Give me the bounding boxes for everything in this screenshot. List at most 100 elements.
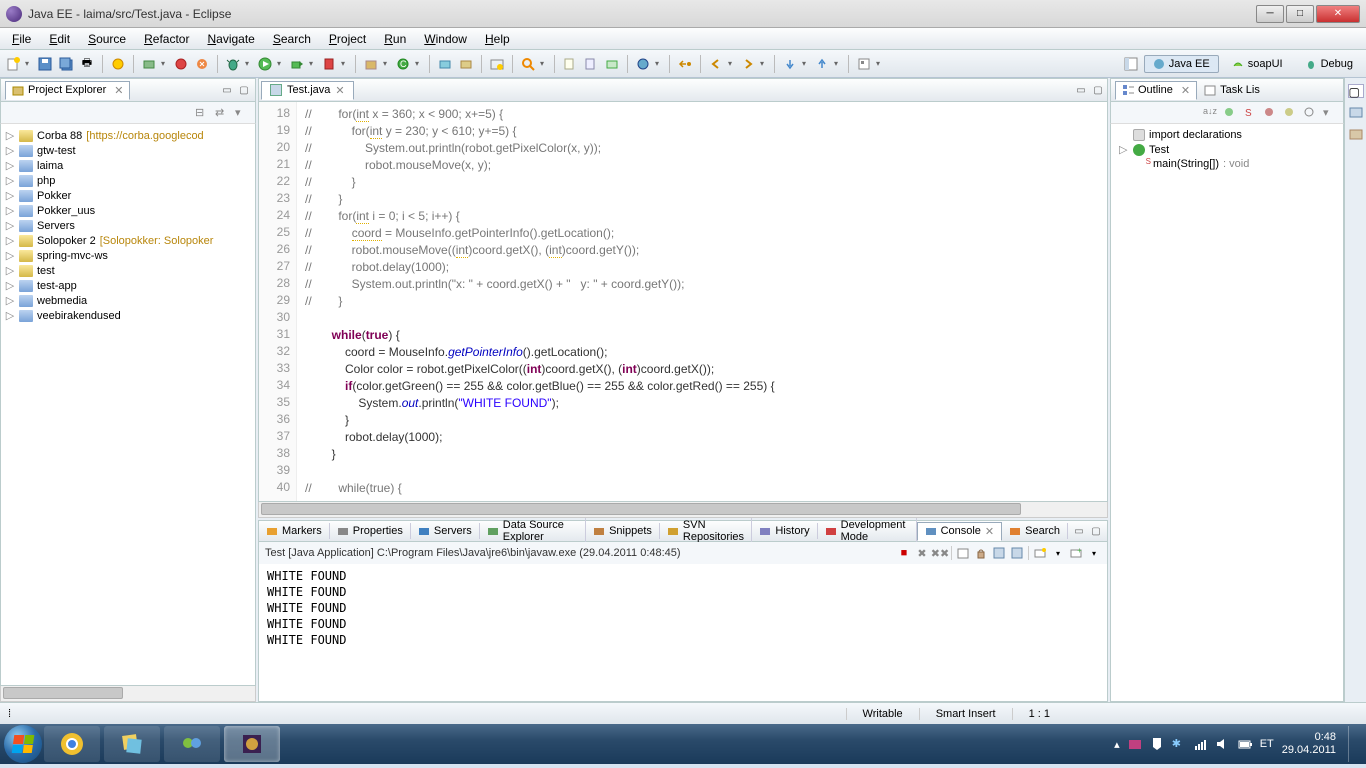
perspective-java-ee[interactable]: Java EE	[1144, 55, 1219, 73]
remove-all-icon[interactable]: ✖✖	[933, 546, 947, 560]
code-editor[interactable]: 1819202122232425262728293031323334353637…	[258, 102, 1108, 502]
next-annotation-icon[interactable]	[781, 55, 799, 73]
terminate-icon[interactable]: ■	[897, 546, 911, 560]
external-tools-icon[interactable]	[320, 55, 338, 73]
clear-console-icon[interactable]	[956, 546, 970, 560]
perspective-debug[interactable]: Debug	[1296, 55, 1362, 73]
close-view-icon[interactable]: ✕	[1181, 84, 1190, 97]
close-view-icon[interactable]: ✕	[114, 84, 123, 97]
new-console-view-icon[interactable]: +	[1069, 546, 1083, 560]
display-console-icon[interactable]	[1010, 546, 1024, 560]
sort-icon[interactable]: a↓z	[1203, 106, 1217, 120]
hide-local-icon[interactable]	[1283, 106, 1297, 120]
volume-icon[interactable]	[1216, 737, 1230, 751]
view-menu-icon[interactable]: ▾	[235, 106, 249, 120]
bottom-tab-properties[interactable]: Properties	[330, 523, 411, 539]
annotation-next-icon[interactable]	[582, 55, 600, 73]
run-icon[interactable]	[256, 55, 274, 73]
bottom-tab-console[interactable]: Console ✕	[917, 522, 1003, 541]
menu-project[interactable]: Project	[321, 30, 374, 48]
collapse-all-icon[interactable]: ⊟	[195, 106, 209, 120]
focus-task-icon[interactable]	[1303, 106, 1317, 120]
menu-source[interactable]: Source	[80, 30, 134, 48]
print-icon[interactable]: 🖶	[78, 55, 96, 73]
soap-icon[interactable]	[436, 55, 454, 73]
task-list-tab[interactable]: Task Lis	[1197, 81, 1267, 99]
save-icon[interactable]	[36, 55, 54, 73]
taskbar-sticky-notes[interactable]	[104, 726, 160, 762]
minimize-editor-icon[interactable]: ▭	[1074, 83, 1088, 97]
tray-app-icon[interactable]	[1128, 737, 1142, 751]
console-output[interactable]: WHITE FOUND WHITE FOUND WHITE FOUND WHIT…	[258, 564, 1108, 702]
minimize-button[interactable]: ─	[1256, 5, 1284, 23]
tree-item[interactable]: ▷test-app	[3, 278, 253, 293]
open-type-icon[interactable]	[488, 55, 506, 73]
rest-icon[interactable]	[457, 55, 475, 73]
close-button[interactable]: ✕	[1316, 5, 1360, 23]
tree-item[interactable]: ▷spring-mvc-ws	[3, 248, 253, 263]
new-gwt-icon[interactable]	[172, 55, 190, 73]
run-on-server-icon[interactable]	[288, 55, 306, 73]
dropdown-icon[interactable]: ▾	[277, 59, 285, 68]
minimize-view-icon[interactable]: ▭	[220, 83, 234, 97]
new-gwt-compile-icon[interactable]	[193, 55, 211, 73]
project-tree[interactable]: ▷Corba 88 [https://corba.googlecod▷gtw-t…	[0, 124, 256, 686]
editor-horizontal-scrollbar[interactable]	[258, 502, 1108, 518]
tree-item[interactable]: ▷Pokker_uus	[3, 203, 253, 218]
bottom-tab-data-source-explorer[interactable]: Data Source Explorer	[480, 517, 586, 545]
taskbar-eclipse[interactable]	[224, 726, 280, 762]
tree-item[interactable]: ▷gtw-test	[3, 143, 253, 158]
menu-file[interactable]: File	[4, 30, 39, 48]
bottom-tab-svn-repositories[interactable]: SVN Repositories	[660, 517, 752, 545]
outline-item[interactable]: import declarations	[1115, 128, 1339, 142]
menu-run[interactable]: Run	[376, 30, 414, 48]
view-menu-icon[interactable]: ▾	[1323, 106, 1337, 120]
last-edit-location-icon[interactable]	[676, 55, 694, 73]
minimized-view-icon[interactable]	[1348, 104, 1364, 120]
open-console-icon[interactable]	[1033, 546, 1047, 560]
dropdown-icon[interactable]: ▾	[415, 59, 423, 68]
tree-item[interactable]: ▷veebirakendused	[3, 308, 253, 323]
horizontal-scrollbar[interactable]	[0, 686, 256, 702]
bottom-tab-search[interactable]: Search	[1002, 523, 1068, 539]
menu-navigate[interactable]: Navigate	[199, 30, 262, 48]
dropdown-icon[interactable]: ▾	[25, 59, 33, 68]
perspective-soapui[interactable]: soapUI	[1223, 55, 1292, 73]
dropdown-icon[interactable]: ▾	[728, 59, 736, 68]
restore-view-icon[interactable]: ▢	[1348, 84, 1364, 98]
new-class-icon[interactable]: C	[394, 55, 412, 73]
dropdown-icon[interactable]: ▾	[802, 59, 810, 68]
dropdown-icon[interactable]: ▾	[341, 59, 349, 68]
menu-edit[interactable]: Edit	[41, 30, 78, 48]
new-package-icon[interactable]	[362, 55, 380, 73]
last-edit-icon[interactable]	[603, 55, 621, 73]
menu-window[interactable]: Window	[416, 30, 475, 48]
outline-tab[interactable]: Outline ✕	[1115, 81, 1197, 100]
pin-console-icon[interactable]	[992, 546, 1006, 560]
tree-item[interactable]: ▷laima	[3, 158, 253, 173]
action-center-icon[interactable]	[1150, 737, 1164, 751]
bottom-tab-development-mode[interactable]: Development Mode	[818, 517, 917, 545]
web-browser-icon[interactable]	[634, 55, 652, 73]
tree-item[interactable]: ▷Corba 88 [https://corba.googlecod	[3, 128, 253, 143]
dropdown-icon[interactable]: ▾	[655, 59, 663, 68]
remove-launch-icon[interactable]: ✖	[915, 546, 929, 560]
menu-search[interactable]: Search	[265, 30, 319, 48]
scroll-lock-icon[interactable]	[974, 546, 988, 560]
bottom-tab-servers[interactable]: Servers	[411, 523, 480, 539]
menu-help[interactable]: Help	[477, 30, 518, 48]
search-icon[interactable]	[519, 55, 537, 73]
battery-icon[interactable]	[1238, 737, 1252, 751]
nav-prev-icon[interactable]	[707, 55, 725, 73]
tree-item[interactable]: ▷Pokker	[3, 188, 253, 203]
dropdown-icon[interactable]: ▾	[383, 59, 391, 68]
dropdown-icon[interactable]: ▾	[309, 59, 317, 68]
start-button[interactable]	[4, 725, 42, 763]
hide-static-icon[interactable]: S	[1243, 106, 1257, 120]
tree-item[interactable]: ▷test	[3, 263, 253, 278]
bottom-tab-snippets[interactable]: Snippets	[586, 523, 660, 539]
minimize-bottom-icon[interactable]: ▭	[1072, 524, 1086, 538]
pin-editor-icon[interactable]	[855, 55, 873, 73]
minimized-view-icon[interactable]	[1348, 126, 1364, 142]
maximize-button[interactable]: □	[1286, 5, 1314, 23]
